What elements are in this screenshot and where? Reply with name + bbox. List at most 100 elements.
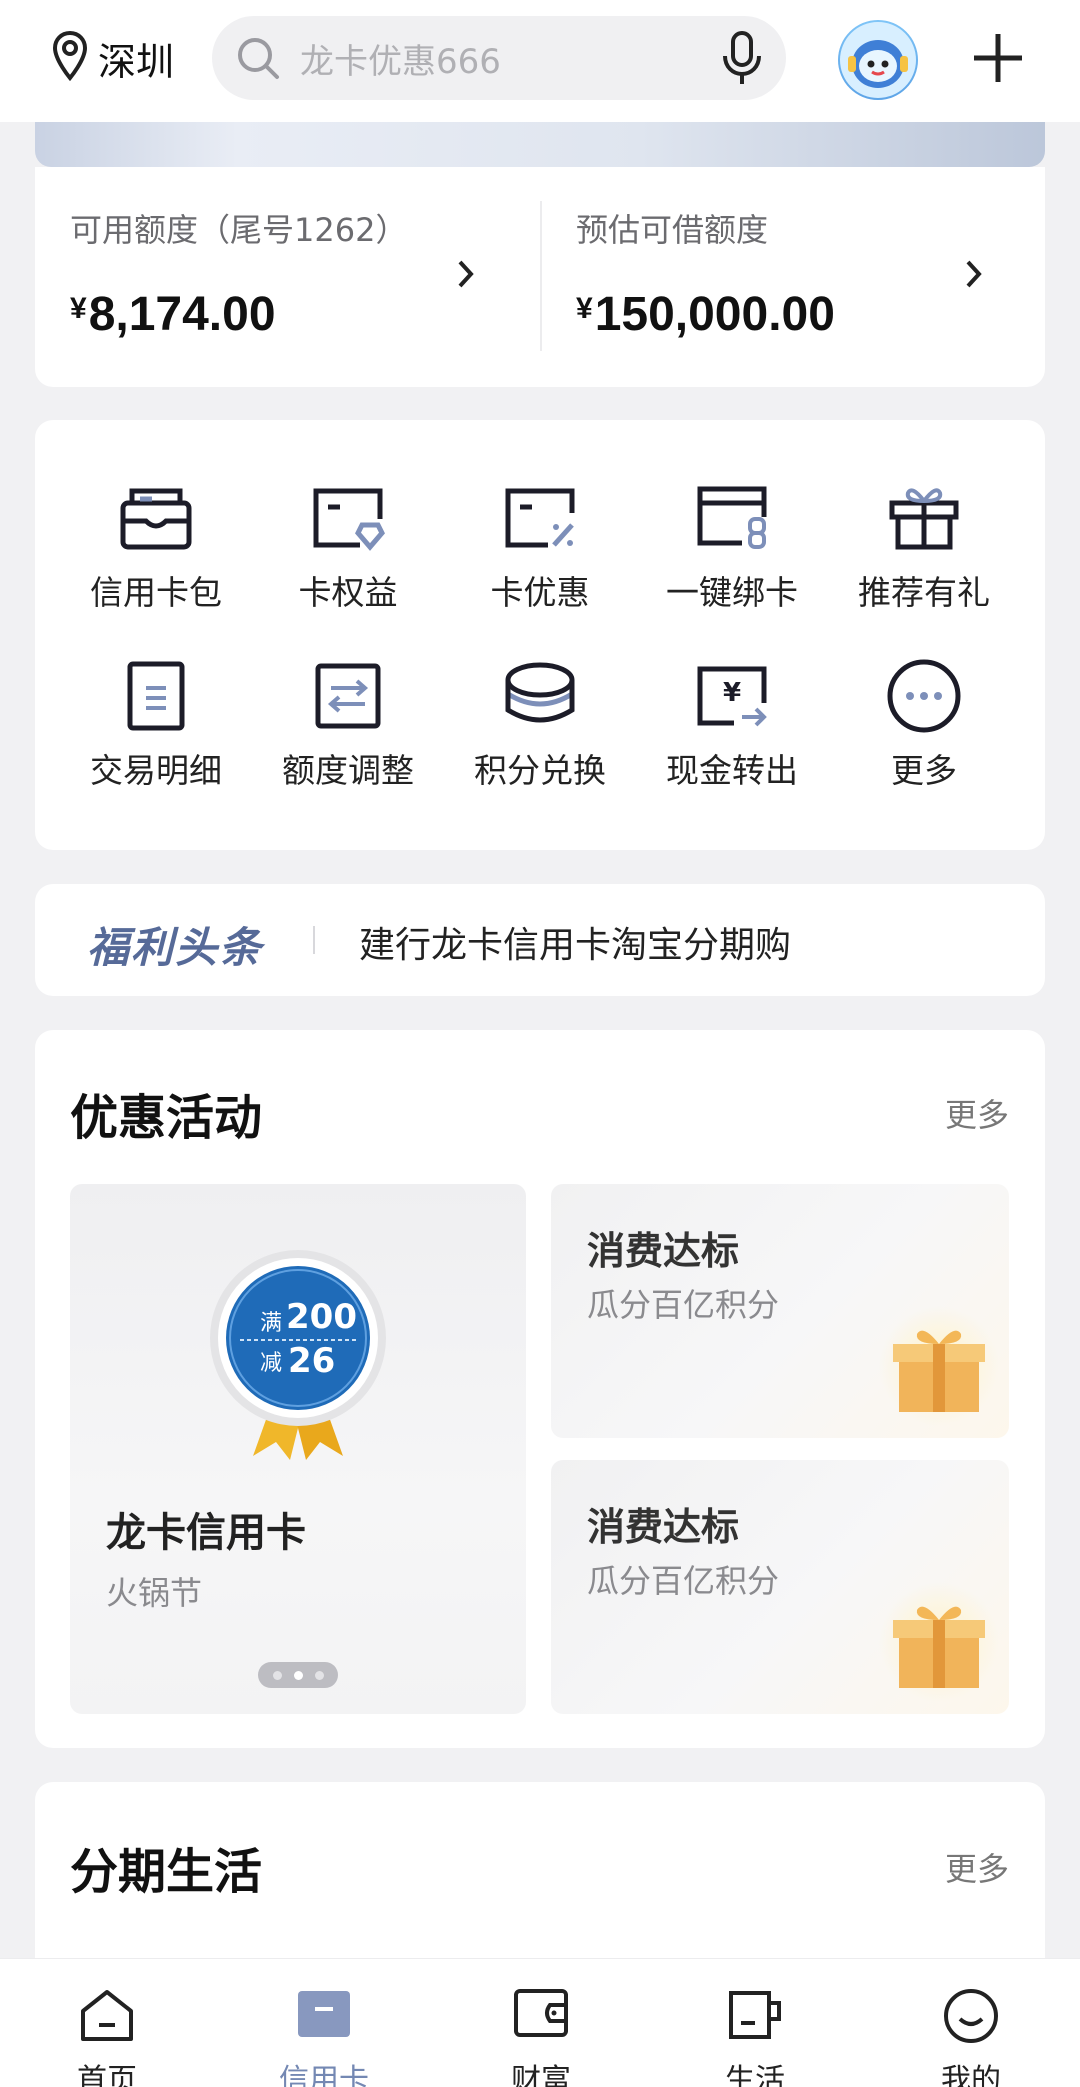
gift-box-icon [859,1306,1009,1430]
available-amount-value: 8,174.00 [88,288,276,341]
service-label: 现金转出 [666,751,798,790]
nav-label: 我的 [941,2063,1001,2087]
badge-bottom-prefix: 减 [260,1351,282,1376]
nav-label: 生活 [725,2063,785,2087]
robot-avatar-icon [840,22,916,98]
gift-icon [829,478,1019,558]
service-label: 交易明细 [90,751,222,790]
service-limit-adjust[interactable]: 额度调整 [253,656,443,792]
cup-icon [680,1987,830,2047]
limit-adjust-icon [253,656,443,736]
promo-card-spending-2[interactable]: 消费达标 瓜分百亿积分 [551,1460,1009,1714]
credit-card-icon [249,1987,399,2047]
badge-top-prefix: 满 [260,1311,282,1336]
currency-symbol: ¥ [70,292,87,325]
search-icon [234,34,282,86]
promo-card-spending-1[interactable]: 消费达标 瓜分百亿积分 [551,1184,1009,1438]
location-pin-icon [52,30,88,86]
assistant-avatar[interactable] [838,20,918,100]
service-label: 更多 [891,751,957,790]
promo-card-subtitle: 火锅节 [106,1574,203,1612]
more-icon [829,656,1019,736]
loan-amount-value: 150,000.00 [594,288,835,341]
estimated-loan-label: 预估可借额度 [576,211,769,249]
promo-card-title: 消费达标 [587,1229,740,1273]
estimated-loan[interactable]: 预估可借额度 ¥150,000.00 [576,205,835,342]
nav-home[interactable]: 首页 [32,1987,182,2087]
chevron-right-icon[interactable] [455,257,477,295]
service-card-benefit[interactable]: 卡权益 [253,478,443,614]
nav-credit-card[interactable]: 信用卡 [249,1987,399,2087]
card-banner[interactable] [35,122,1045,167]
bottom-nav: 首页 信用卡 财富 生活 我的 [0,1958,1080,2087]
nav-wealth[interactable]: 财富 [466,1987,616,2087]
available-credit[interactable]: 可用额度（尾号1262） ¥8,174.00 [70,205,407,342]
service-cash-transfer[interactable]: ¥ 现金转出 [637,656,827,792]
currency-symbol: ¥ [576,292,593,325]
card-benefit-icon [253,478,443,558]
more-link[interactable]: 更多 [945,1090,1009,1136]
location-selector[interactable]: 深圳 [52,30,174,86]
service-referral[interactable]: 推荐有礼 [829,478,1019,614]
section-title: 优惠活动 [70,1090,263,1146]
promo-card-hotpot[interactable]: 满 200 减 26 龙卡信用卡 火锅节 [70,1184,526,1714]
headline-brand: 福利头条 [87,923,264,972]
service-label: 积分兑换 [474,751,606,790]
service-label: 额度调整 [282,751,414,790]
promo-card-subtitle: 瓜分百亿积分 [587,1286,780,1324]
promo-section: 优惠活动 更多 满 200 减 26 龙卡信用卡 火锅节 消费达标 瓜分百亿积分… [35,1030,1045,1748]
gift-box-icon [859,1582,1009,1706]
nav-mine[interactable]: 我的 [896,1987,1046,2087]
section-title: 分期生活 [70,1844,263,1900]
available-credit-amount: ¥8,174.00 [70,287,407,342]
discount-badge-icon: 满 200 减 26 [208,1246,388,1470]
divider [540,201,542,351]
welfare-headline[interactable]: 福利头条 建行龙卡信用卡淘宝分期购 [35,884,1045,996]
carousel-dot-active [293,1670,303,1680]
smile-icon [896,1987,1046,2047]
transaction-detail-icon [61,656,251,736]
service-label: 卡权益 [298,573,398,612]
services-grid: 信用卡包 卡权益 卡优惠 一键绑卡 推荐有礼 交易明细 额度调整 积分兑换 ¥ … [35,420,1045,850]
more-link[interactable]: 更多 [945,1844,1009,1890]
promo-card-title: 龙卡信用卡 [106,1510,306,1556]
credit-summary-card: 可用额度（尾号1262） ¥8,174.00 预估可借额度 ¥150,000.0… [35,167,1045,387]
service-label: 推荐有礼 [858,573,990,612]
search-placeholder: 龙卡优惠666 [300,41,501,82]
points-exchange-icon [445,656,635,736]
promo-card-subtitle: 瓜分百亿积分 [587,1562,780,1600]
carousel-dot [314,1670,324,1680]
card-wallet-icon [61,478,251,558]
service-points[interactable]: 积分兑换 [445,656,635,792]
microphone-icon[interactable] [720,30,764,90]
top-bar: 深圳 龙卡优惠666 [0,0,1080,122]
location-label: 深圳 [98,39,175,84]
cash-transfer-icon: ¥ [637,656,827,736]
nav-label: 信用卡 [279,2063,369,2087]
search-input[interactable]: 龙卡优惠666 [212,16,786,100]
promo-card-title: 消费达标 [587,1505,740,1549]
service-label: 卡优惠 [490,573,590,612]
divider [313,926,315,954]
service-label: 信用卡包 [90,573,222,612]
card-discount-icon [445,478,635,558]
nav-label: 财富 [511,2063,571,2087]
nav-life[interactable]: 生活 [680,1987,830,2087]
service-label: 一键绑卡 [666,573,798,612]
svg-text:¥: ¥ [723,678,741,708]
wallet-icon [466,1987,616,2047]
badge-top-value: 200 [286,1297,357,1337]
service-card-wallet[interactable]: 信用卡包 [61,478,251,614]
service-card-discount[interactable]: 卡优惠 [445,478,635,614]
service-transactions[interactable]: 交易明细 [61,656,251,792]
estimated-loan-amount: ¥150,000.00 [576,287,835,342]
badge-bottom-value: 26 [288,1341,335,1381]
add-icon[interactable] [968,28,1028,92]
service-bind-card[interactable]: 一键绑卡 [637,478,827,614]
available-credit-label: 可用额度（尾号1262） [70,211,408,249]
bind-card-icon [637,478,827,558]
home-icon [32,1987,182,2047]
service-more[interactable]: 更多 [829,656,1019,792]
carousel-dot [272,1670,282,1680]
chevron-right-icon[interactable] [963,257,985,295]
